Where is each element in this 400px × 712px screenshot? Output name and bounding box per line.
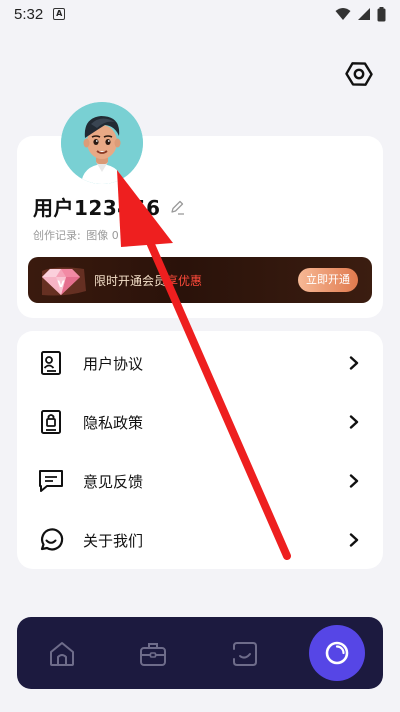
- chat-icon: [37, 467, 65, 495]
- tab-toolbox[interactable]: [133, 634, 173, 674]
- activate-vip-button[interactable]: 立即开通: [298, 268, 358, 292]
- diamond-icon: V: [42, 267, 86, 296]
- creation-record: 创作记录: 图像 0: [33, 227, 121, 243]
- settings-button[interactable]: [343, 58, 375, 90]
- svg-text:V: V: [58, 280, 65, 290]
- menu-item-about-us[interactable]: 关于我们: [17, 511, 383, 569]
- tab-profile[interactable]: [309, 625, 365, 681]
- vip-text-highlight: 享优惠: [166, 274, 203, 288]
- signal-icon: [358, 8, 370, 20]
- notification-icon: A: [53, 8, 66, 20]
- username: 用户123456: [33, 196, 161, 220]
- wifi-icon: [335, 8, 351, 20]
- bottom-tab-bar: [17, 617, 383, 689]
- status-right: [335, 6, 386, 22]
- menu-item-feedback[interactable]: 意见反馈: [17, 452, 383, 510]
- status-time: 5:32: [14, 5, 44, 23]
- image-frame-icon: [233, 642, 257, 666]
- speech-circle-icon: [37, 526, 65, 554]
- home-icon: [50, 642, 74, 666]
- vip-text-main: 限时开通会员: [94, 274, 167, 288]
- chevron-right-icon: [347, 533, 361, 547]
- chevron-right-icon: [347, 356, 361, 370]
- record-label: 创作记录:: [33, 229, 81, 242]
- profile-ring-icon: [325, 641, 349, 665]
- avatar[interactable]: [61, 102, 143, 184]
- menu-item-label: 隐私政策: [83, 413, 144, 432]
- chevron-right-icon: [347, 474, 361, 488]
- menu-card: 用户协议 隐私政策 意见反馈 关于我们: [17, 331, 383, 569]
- vip-banner[interactable]: V 限时开通会员享优惠 立即开通: [28, 257, 372, 303]
- status-bar: 5:32 A: [0, 0, 400, 28]
- tab-home[interactable]: [42, 634, 82, 674]
- lock-document-icon: [37, 408, 65, 436]
- cartoon-boy-avatar-icon: [61, 102, 143, 184]
- edit-icon[interactable]: [169, 199, 185, 215]
- battery-icon: [377, 6, 386, 21]
- menu-item-label: 关于我们: [83, 531, 144, 550]
- menu-item-privacy-policy[interactable]: 隐私政策: [17, 393, 383, 451]
- briefcase-icon: [140, 643, 166, 666]
- tab-gallery[interactable]: [225, 634, 265, 674]
- vip-promo-text: 限时开通会员享优惠: [94, 272, 202, 289]
- menu-item-label: 用户协议: [83, 354, 144, 373]
- record-value: 图像 0: [86, 229, 119, 242]
- hexagon-settings-icon: [345, 62, 373, 86]
- document-user-icon: [37, 349, 65, 377]
- menu-item-user-agreement[interactable]: 用户协议: [17, 334, 383, 392]
- username-row: 用户123456: [33, 192, 185, 221]
- menu-item-label: 意见反馈: [83, 472, 144, 491]
- chevron-right-icon: [347, 415, 361, 429]
